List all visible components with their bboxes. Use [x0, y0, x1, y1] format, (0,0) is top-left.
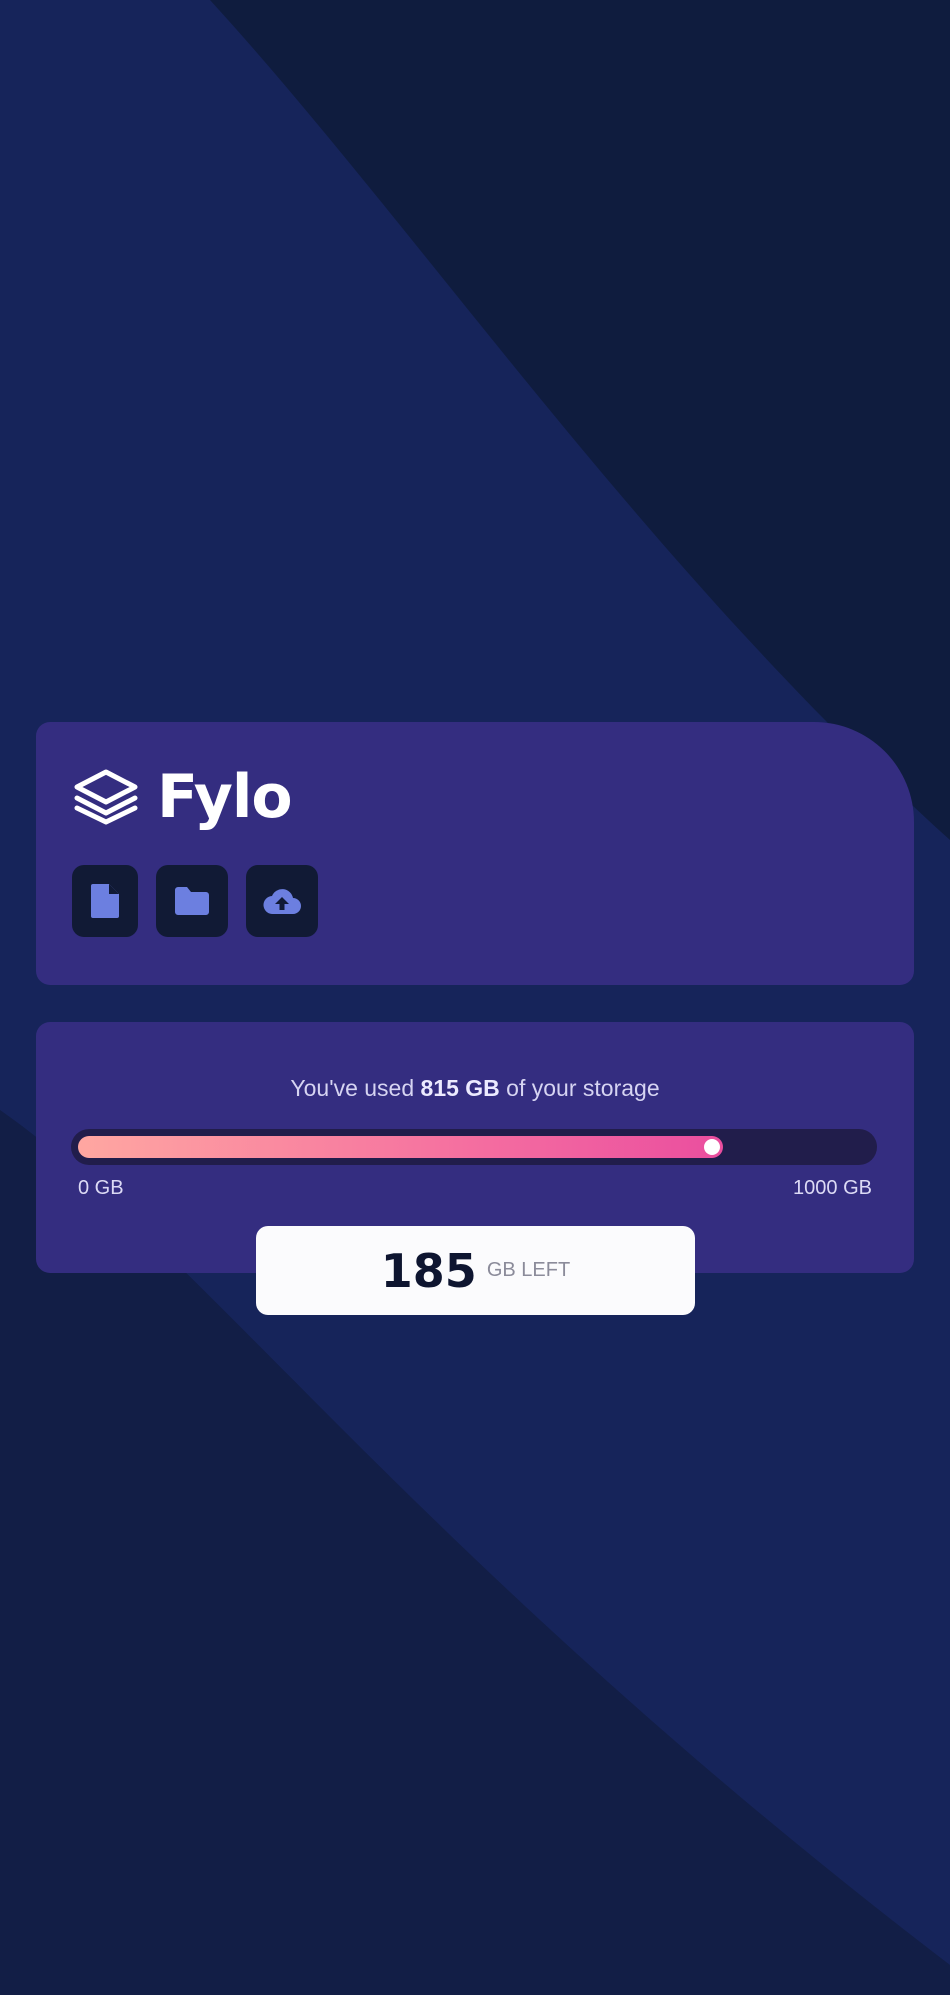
usage-prefix: You've used [290, 1075, 421, 1101]
usage-amount: 815 GB [420, 1075, 500, 1101]
progress-knob [704, 1139, 720, 1155]
scale-min-label: 0 GB [78, 1177, 124, 1199]
storage-progress-bar [71, 1129, 877, 1165]
storage-progress-fill [78, 1136, 723, 1158]
upload-button[interactable] [246, 865, 318, 937]
layers-logo-icon [74, 769, 138, 825]
usage-suffix: of your storage [499, 1075, 660, 1101]
file-actions [72, 865, 336, 937]
remaining-storage-badge: 185 GB LEFT [256, 1226, 695, 1315]
cloud-upload-icon [263, 889, 301, 915]
remaining-value: 185 [380, 1243, 477, 1298]
brand: Fylo [71, 762, 293, 832]
brand-name: Fylo [157, 762, 293, 832]
scale-max-label: 1000 GB [793, 1177, 872, 1199]
folder-button[interactable] [156, 865, 228, 937]
folder-icon [175, 887, 209, 915]
document-icon [91, 884, 119, 918]
document-button[interactable] [72, 865, 138, 937]
remaining-unit: GB LEFT [486, 1259, 571, 1281]
background-waves [0, 0, 950, 1995]
usage-summary: You've used 815 GB of your storage [36, 1075, 914, 1102]
logo-card: Fylo [36, 722, 914, 985]
